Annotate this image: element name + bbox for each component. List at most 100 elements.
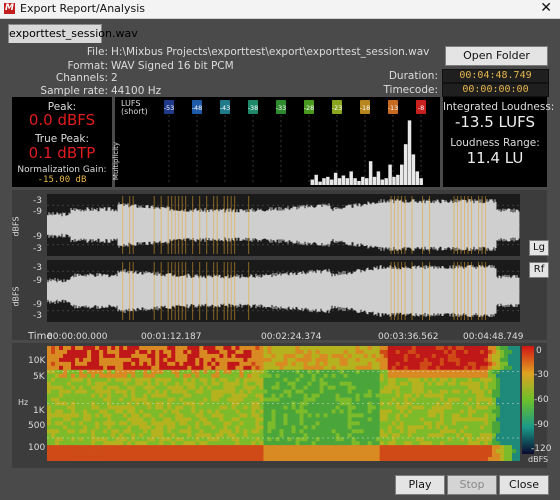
spectrogram-cell [287, 405, 292, 410]
spectrogram-cell [251, 349, 256, 355]
spectrogram-cell [259, 373, 264, 379]
spectrogram-cell [75, 425, 80, 430]
spectrogram-cell [55, 405, 60, 410]
spectrogram-cell [103, 385, 108, 390]
spectrogram-cell [75, 373, 80, 379]
spectrogram-cell [155, 389, 160, 394]
spectrogram-cell [307, 346, 312, 351]
spectrogram-cell [263, 349, 268, 355]
spectrogram-cell [63, 346, 68, 351]
spectrogram-cell [471, 445, 477, 450]
histogram-bar [403, 144, 408, 185]
spectrogram-cell [343, 453, 348, 458]
log-button[interactable]: Lg [529, 240, 549, 256]
spectrogram-cell [479, 369, 485, 375]
spectrogram-cell [95, 457, 100, 461]
spectrogram-cell [259, 445, 264, 450]
spectrogram-cell [127, 385, 132, 390]
spectrogram-cell [107, 425, 112, 430]
spectrogram-cell [451, 346, 457, 351]
spectrogram-cell [423, 421, 429, 426]
spectrogram-cell [75, 357, 80, 363]
spectrogram-cell [439, 353, 445, 359]
close-button[interactable]: Close [499, 475, 549, 495]
spectrogram-cell [379, 409, 385, 414]
spectrogram-cell [499, 433, 505, 438]
spectrogram-cell [415, 457, 421, 461]
spectrogram-cell [179, 381, 184, 386]
spectrogram-cell [487, 429, 493, 434]
spectrogram-cell [451, 389, 457, 394]
spectrogram-cell [183, 449, 188, 454]
scale-tick: 0 [536, 346, 542, 356]
spectrogram-cell [87, 369, 92, 375]
spectrogram-cell [447, 445, 453, 450]
spectrogram-cell [227, 417, 232, 422]
spectrogram-cell [263, 409, 268, 414]
spectrogram-cell [135, 365, 140, 371]
spectrogram-cell [67, 385, 72, 390]
spectrogram-cell [495, 413, 501, 418]
spectrogram-cell [99, 457, 104, 461]
spectrogram-cell [359, 421, 364, 426]
spectrogram-cell [147, 393, 152, 398]
spectrogram-cell [511, 449, 517, 454]
spectrogram-cell [471, 389, 477, 394]
spectrogram-cell [499, 373, 505, 379]
spectrogram-cell [343, 389, 348, 394]
spectrogram-cell [163, 457, 168, 461]
spectrogram-cell [471, 357, 477, 363]
spectrogram-cell [195, 429, 200, 434]
tab-session[interactable]: exporttest_session.wav [8, 24, 138, 43]
spectrogram-cell [195, 349, 200, 355]
spectrogram-cell [359, 445, 364, 450]
play-button[interactable]: Play [395, 475, 445, 495]
spectrogram-cell [479, 417, 485, 422]
spectrogram-cell [391, 349, 397, 355]
spectrogram-cell [419, 421, 425, 426]
spectrogram-cell [447, 389, 453, 394]
spectrogram-cell [211, 445, 216, 450]
spectrogram-cell [311, 381, 316, 386]
spectrogram-cell [131, 397, 136, 402]
spectrogram-cell [471, 365, 477, 371]
spectrogram-cell [215, 373, 220, 379]
spectrogram-cell [515, 453, 520, 458]
open-folder-button[interactable]: Open Folder [445, 46, 548, 66]
spectrogram-cell [83, 385, 88, 390]
stop-button[interactable]: Stop [447, 475, 497, 495]
spectrogram-cell [59, 409, 64, 414]
spectrogram-cell [339, 405, 344, 410]
spectrogram-cell [223, 421, 228, 426]
spectrogram-cell [423, 357, 429, 363]
spectrogram-cell [479, 421, 485, 426]
spectrogram-cell [507, 453, 513, 458]
spectrogram-cell [171, 353, 176, 359]
spectrogram-cell [215, 393, 220, 398]
spectrogram-cell [491, 385, 497, 390]
spectrogram-cell [119, 445, 124, 450]
spectrogram-cell [151, 417, 156, 422]
close-icon[interactable]: ✕ [540, 0, 552, 16]
rectified-button[interactable]: Rf [529, 262, 549, 278]
spectrogram-cell [391, 405, 397, 410]
spectrogram-cell [503, 349, 509, 355]
spectrogram-cell [387, 361, 393, 367]
spectrogram-cell [319, 373, 324, 379]
spectrogram-cell [463, 397, 469, 402]
spectrogram-cell [147, 445, 152, 450]
spectrogram-cell [283, 425, 288, 430]
spectrogram-cell [507, 457, 513, 461]
spectrogram-cell [483, 449, 489, 454]
spectrogram-cell [279, 413, 284, 418]
spectrogram-cell [127, 365, 132, 371]
spectrogram-cell [111, 373, 116, 379]
spectrogram-cell [207, 349, 212, 355]
spectrogram-cell [147, 429, 152, 434]
spectrogram-cell [83, 365, 88, 371]
spectrogram-cell [235, 417, 240, 422]
spectrogram-cell [99, 373, 104, 379]
spectrogram-cell [415, 357, 421, 363]
spectrogram-cell [399, 409, 405, 414]
spectrogram-cell [207, 377, 212, 382]
